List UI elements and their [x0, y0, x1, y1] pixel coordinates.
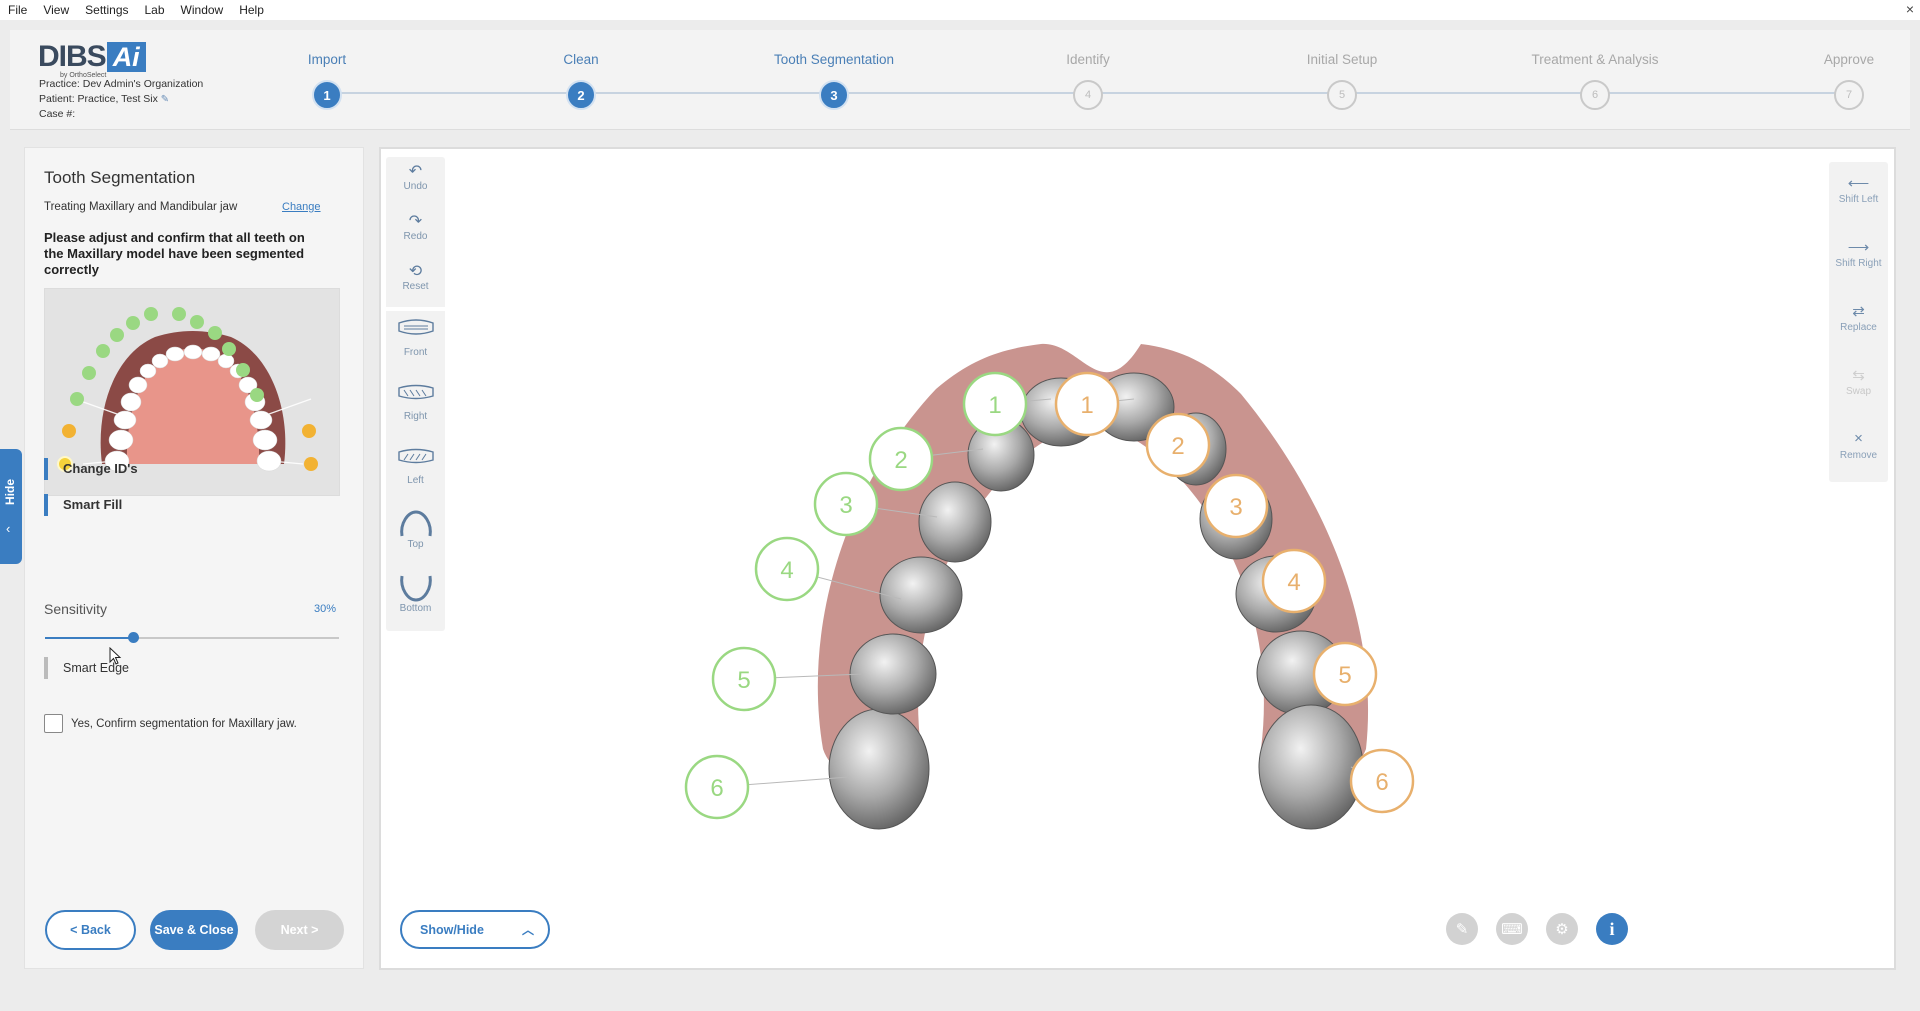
step-label: Import	[307, 52, 347, 67]
menu-help[interactable]: Help	[231, 3, 272, 17]
close-icon[interactable]: ×	[1906, 1, 1914, 17]
menu-file[interactable]: File	[0, 3, 35, 17]
step-number: 5	[1327, 80, 1357, 110]
label-r2: 2	[1171, 433, 1184, 460]
tooth-l3	[918, 481, 992, 563]
confirm-row: Yes, Confirm segmentation for Maxillary …	[44, 714, 297, 733]
label-r5: 5	[1338, 662, 1351, 689]
step-import[interactable]: Import 1	[227, 52, 427, 110]
menu-window[interactable]: Window	[173, 3, 232, 17]
label-r1: 1	[1080, 392, 1093, 419]
label-l2: 2	[894, 447, 907, 474]
step-number: 7	[1834, 80, 1864, 110]
step-label: Treatment & Analysis	[1531, 52, 1659, 67]
info-icon[interactable]: i	[1596, 913, 1628, 945]
step-number: 4	[1073, 80, 1103, 110]
tooth-l4	[879, 556, 963, 634]
step-label: Initial Setup	[1306, 52, 1378, 67]
slider-fill	[45, 637, 134, 639]
step-label: Identify	[1066, 52, 1110, 67]
treating-text: Treating Maxillary and Mandibular jaw	[44, 201, 238, 213]
slider-thumb[interactable]	[128, 632, 140, 643]
step-label: Clean	[563, 52, 599, 67]
step-tooth-segmentation[interactable]: Tooth Segmentation 3	[734, 52, 934, 110]
keyboard-icon[interactable]: ⌨	[1496, 913, 1528, 945]
hide-panel-tab[interactable]: Hide ‹	[0, 449, 22, 564]
tooth-r6	[1258, 704, 1364, 830]
label-l5: 5	[737, 667, 750, 694]
segmentation-panel: Tooth Segmentation Treating Maxillary an…	[24, 147, 364, 969]
step-approve[interactable]: Approve 7	[1749, 52, 1920, 110]
label-r6: 6	[1375, 769, 1388, 796]
workflow-stepper: Import 1 Clean 2 Tooth Segmentation 3 Id…	[10, 30, 1910, 130]
label-l3: 3	[839, 492, 852, 519]
change-ids-tool[interactable]: Change ID's	[44, 458, 138, 480]
step-number: 3	[819, 80, 849, 110]
menu-view[interactable]: View	[35, 3, 77, 17]
3d-viewport[interactable]: ↶ Undo ↷ Redo ⟲ Reset Front Right Left Top …	[379, 147, 1896, 970]
show-hide-button[interactable]: Show/Hide ︿	[400, 910, 550, 949]
label-r3: 3	[1229, 494, 1242, 521]
menu-settings[interactable]: Settings	[77, 3, 136, 17]
sensitivity-value: 30%	[314, 603, 337, 615]
step-clean[interactable]: Clean 2	[481, 52, 681, 110]
header: DIBS Ai by OrthoSelect Practice: Dev Adm…	[10, 30, 1910, 130]
gear-icon[interactable]: ⚙	[1546, 913, 1578, 945]
label-l4: 4	[780, 557, 793, 584]
menu-lab[interactable]: Lab	[137, 3, 173, 17]
step-identify[interactable]: Identify 4	[988, 52, 1188, 110]
confirm-checkbox[interactable]	[44, 714, 63, 733]
confirm-label: Yes, Confirm segmentation for Maxillary …	[71, 717, 297, 730]
change-link[interactable]: Change	[282, 201, 321, 213]
label-l1: 1	[988, 392, 1001, 419]
label-r4: 4	[1287, 569, 1300, 596]
smart-edge-tool[interactable]: Smart Edge	[44, 657, 129, 679]
step-number: 6	[1580, 80, 1610, 110]
panel-title: Tooth Segmentation	[44, 168, 196, 187]
save-close-button[interactable]: Save & Close	[150, 910, 238, 950]
hide-label: Hide	[3, 479, 17, 506]
chevron-up-icon: ︿	[521, 923, 534, 937]
show-hide-label: Show/Hide	[420, 922, 484, 937]
step-label: Approve	[1823, 52, 1875, 67]
tooth-l6	[828, 708, 930, 830]
menu-bar: File View Settings Lab Window Help ×	[0, 0, 1920, 20]
step-initial-setup[interactable]: Initial Setup 5	[1242, 52, 1442, 110]
step-treatment-analysis[interactable]: Treatment & Analysis 6	[1495, 52, 1695, 110]
step-label: Tooth Segmentation	[773, 52, 895, 67]
back-button[interactable]: < Back	[45, 910, 136, 950]
next-button[interactable]: Next >	[255, 910, 344, 950]
step-number: 1	[312, 80, 342, 110]
sensitivity-label: Sensitivity	[44, 601, 108, 617]
step-number: 2	[566, 80, 596, 110]
label-l6: 6	[710, 775, 723, 802]
chevron-left-icon: ‹	[6, 521, 11, 536]
sensitivity-slider[interactable]	[45, 632, 339, 643]
dental-arch-model[interactable]: 6 5 4 3 2 1 1 2 3 4 5 6	[381, 149, 1894, 889]
smart-fill-tool[interactable]: Smart Fill	[44, 494, 122, 516]
instructions-text: Please adjust and confirm that all teeth…	[44, 230, 305, 277]
notes-icon[interactable]: ✎	[1446, 913, 1478, 945]
